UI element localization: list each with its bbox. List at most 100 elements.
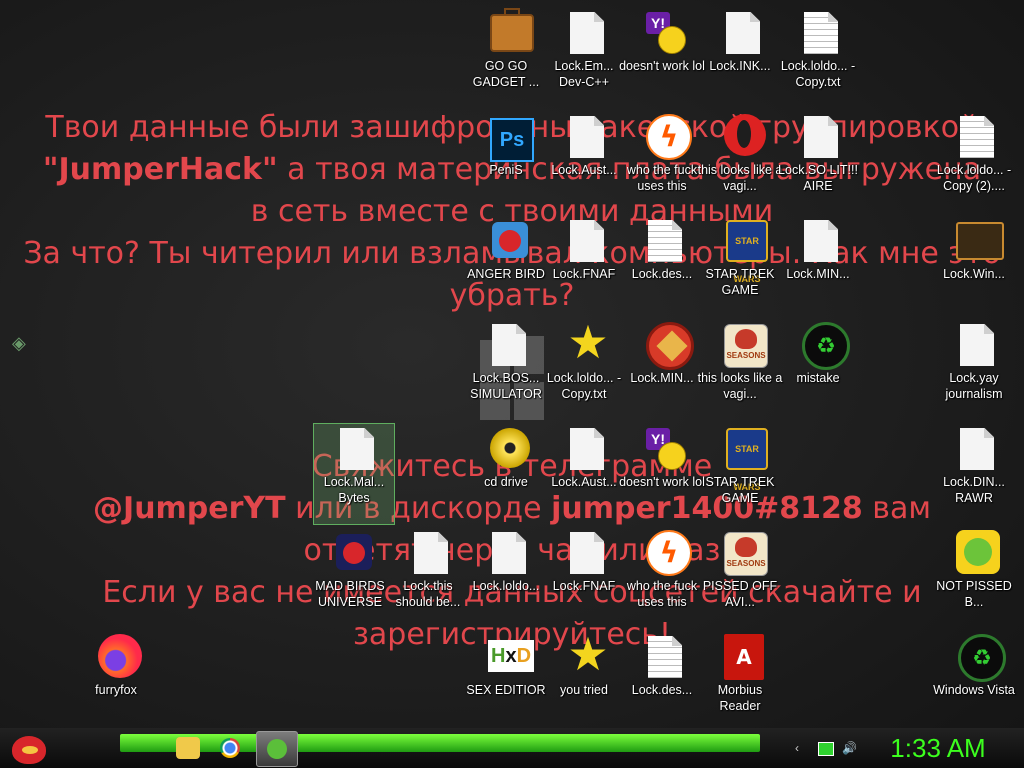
star-wars-game-icon: STAR WARS [720,216,768,284]
gadget-icon[interactable]: ◈ [12,332,34,354]
desktop-icon-label: PeniS [489,163,523,177]
desktop-icon-star-trek-game[interactable]: STAR WARS STAR TREK GAME [700,216,780,316]
desktop-icon-lock-min-cc[interactable]: Lock.MIN... [622,320,702,420]
desktop-icon-anger-bird[interactable]: ANGER BIRD [466,216,546,316]
desktop-icon-label: Lock.MIN... [786,267,850,281]
desktop-icon-opera[interactable]: this looks like a vagi... [698,112,782,212]
desktop-icon-doesnt-work-2[interactable]: Y! doesn't work lol [619,424,705,524]
desktop-icon-label: Lock.Aust... [551,475,617,489]
desktop-icon-lock-ink[interactable]: Lock.INK... [700,8,780,108]
desktop-icon-lock-loldo-star[interactable]: ★ Lock.loldo... - Copy.txt [544,318,624,420]
desktop-icon-lock-des-2[interactable]: Lock.des... [622,632,702,732]
desktop-icon-lock-loldo-copy2[interactable]: Lock.loldo... - Copy (2).... [934,112,1014,212]
chevron-icon[interactable]: ‹ [795,741,809,755]
desktop-icon-lock-aust-2[interactable]: Lock.Aust... [544,424,624,524]
document-icon [334,424,380,474]
star-icon: ★ [567,628,609,680]
document-icon [564,528,610,578]
document-icon [486,320,532,370]
desktop-icon-label: Lock.MIN... [630,371,694,385]
clock[interactable]: 1:33 AM [878,732,998,764]
yahoo-messenger-icon: Y! [642,424,688,474]
desktop-icon-label: Lock.SO LIT!!! AIRE [778,163,858,193]
desktop-icon-label: who the fuck uses this [626,163,698,193]
document-icon [564,8,610,58]
desktop-icon-lock-bos[interactable]: Lock.BOS... SIMULATOR [466,320,546,420]
taskbar: ‹ 🔊 1:33 AM [0,728,1024,768]
desktop-icon-lock-yay[interactable]: Lock.yay journalism [934,320,1014,420]
desktop-icon-sex-editior[interactable]: HxD SEX EDITIOR [466,632,546,732]
start-button[interactable] [6,728,52,768]
desktop-icon-penis[interactable]: Ps PeniS [466,112,546,212]
desktop-icon-star-trek-game-2[interactable]: STAR WARS STAR TREK GAME [700,424,780,524]
active-window-icon[interactable] [256,731,298,767]
document-icon [564,112,610,162]
document-icon [720,8,766,58]
desktop-icon-lock-so-lit[interactable]: Lock.SO LIT!!! AIRE [778,112,858,212]
desktop-icon-lock-aust[interactable]: Lock.Aust... [544,112,624,212]
firefox-icon [96,632,142,682]
desktop-icon-you-tried[interactable]: ★ you tried [544,628,624,732]
desktop-icon-label: Lock.loldo... [472,579,540,593]
ccleaner-icon [642,320,694,370]
desktop-icon-label: mistake [796,371,840,385]
desktop-icon-label: Lock.INK... [709,59,771,73]
document-icon [486,528,532,578]
pdf-reader-icon: A [720,632,766,682]
desktop-icon-label: Lock.Win... [943,267,1005,281]
document-icon [564,424,610,474]
document-icon [798,216,844,266]
desktop-icon-lock-din[interactable]: Lock.DIN... RAWR [934,424,1014,524]
desktop-icon-go-go-gadget[interactable]: GO GO GADGET ... [466,8,546,108]
desktop-icon-morbius-reader[interactable]: A Morbius Reader [700,632,780,732]
chrome-icon[interactable] [220,738,240,758]
document-icon [408,528,454,578]
desktop-icon-label: NOT PISSED B... [936,579,1012,609]
angry-birds-space-icon [330,528,376,578]
desktop-icon-mistake[interactable]: ♻ mistake [778,320,858,420]
desktop-icon-label: furryfox [95,683,137,697]
desktop-icon-label: Lock.Aust... [551,163,617,177]
document-icon [798,112,844,162]
hxd-icon: HxD [486,632,534,682]
desktop[interactable]: ◈ Твои данные были зашифрованы хакерской… [0,0,1024,728]
desktop-icon-lock-fnaf-2[interactable]: Lock.FNAF [544,528,624,628]
angry-birds-icon [486,216,532,266]
ransom-line-text: вам [862,491,931,526]
desktop-icon-label: doesn't work lol [619,475,705,489]
desktop-icon-lock-this[interactable]: Lock.this should be... [388,528,468,628]
volume-icon[interactable]: 🔊 [842,741,857,755]
document-icon [954,424,1000,474]
desktop-icon-lock-des[interactable]: Lock.des... [622,216,702,316]
text-document-icon [798,8,844,58]
desktop-icon-not-pissed[interactable]: NOT PISSED B... [934,528,1014,628]
briefcase-icon [486,8,534,58]
desktop-icon-label: MAD BIRDS UNIVERSE [315,579,385,609]
desktop-icon-lock-min[interactable]: Lock.MIN... [778,216,858,316]
desktop-icon-label: Lock.FNAF [552,267,616,281]
file-explorer-icon[interactable] [176,737,200,759]
desktop-icon-label: Lock.yay journalism [945,371,1003,401]
desktop-icon-lock-loldo-copy[interactable]: Lock.loldo... - Copy.txt [778,8,858,108]
desktop-icon-lock-em[interactable]: Lock.Em... Dev-C++ [544,8,624,108]
desktop-icon-lock-fnaf[interactable]: Lock.FNAF [544,216,624,316]
desktop-icon-doesnt-work[interactable]: Y! doesn't work lol [619,8,705,108]
desktop-icon-who-uses-this-2[interactable]: ϟ who the fuck uses this [622,528,702,628]
desktop-icon-windows-vista[interactable]: ♻ Windows Vista [933,632,1015,732]
desktop-icon-label: Lock.Mal... Bytes [323,475,385,505]
desktop-icon-pissed-off[interactable]: SEASONS PISSED OFF AVI... [700,528,780,628]
angry-birds-seasons-icon: SEASONS [720,528,768,578]
desktop-icon-cd-drive[interactable]: cd drive [466,424,546,524]
desktop-icon-label: Lock.des... [631,267,693,281]
desktop-icon-seasons[interactable]: SEASONS this looks like a vagi... [698,320,782,420]
desktop-icon-mad-birds[interactable]: MAD BIRDS UNIVERSE [310,528,390,628]
desktop-icon-furryfox[interactable]: furryfox [76,632,156,732]
angry-bird-icon [12,736,46,764]
desktop-icon-lock-loldo[interactable]: Lock.loldo... [466,528,546,628]
desktop-icon-label: Lock.BOS... SIMULATOR [470,371,542,401]
network-icon[interactable] [818,742,834,756]
desktop-icon-lock-mal-bytes[interactable]: Lock.Mal... Bytes [313,423,395,525]
desktop-icon-who-uses-this[interactable]: ϟ who the fuck uses this [622,112,702,212]
desktop-icon-label: Lock.des... [631,683,693,697]
desktop-icon-lock-win[interactable]: Lock.Win... [934,216,1014,316]
